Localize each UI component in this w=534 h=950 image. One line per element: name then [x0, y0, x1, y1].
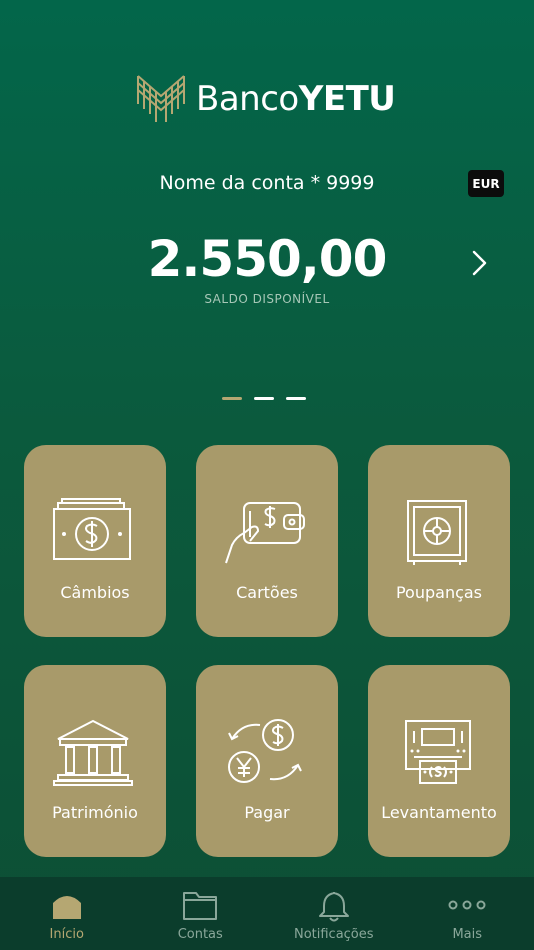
- currency-exchange-icon: [228, 719, 302, 783]
- page-dot-1[interactable]: [222, 397, 242, 400]
- more-dots-icon: [448, 900, 486, 910]
- tab-label: Início: [49, 927, 84, 942]
- tab-label: Notificações: [293, 927, 374, 942]
- currency-badge[interactable]: EUR: [468, 170, 504, 197]
- page-dot-3[interactable]: [286, 397, 306, 400]
- bank-name-light: Banco: [196, 79, 299, 119]
- bell-icon: [318, 892, 349, 922]
- folder-icon: [183, 892, 218, 920]
- tile-label: Pagar: [244, 803, 290, 822]
- tab-label: Mais: [452, 927, 483, 942]
- tile-cambios[interactable]: Câmbios: [24, 445, 166, 637]
- home-icon: [52, 896, 81, 919]
- atm-withdrawal-icon: [405, 720, 471, 784]
- safe-icon: [407, 500, 467, 565]
- bank-logo-mark-icon: [137, 75, 185, 122]
- tile-poupancas[interactable]: Poupanças: [368, 445, 510, 637]
- balance-label: SALDO DISPONÍVEL: [204, 292, 330, 306]
- bank-name-bold: YETU: [298, 79, 396, 119]
- page-dot-2[interactable]: [254, 397, 274, 400]
- banknote-icon: [53, 498, 131, 560]
- available-balance: 2.550,00: [147, 230, 388, 288]
- tab-inicio[interactable]: Início: [0, 877, 134, 950]
- tile-label: Cartões: [236, 583, 298, 602]
- tab-mais[interactable]: Mais: [401, 877, 534, 950]
- tile-patrimonio[interactable]: Património: [24, 665, 166, 857]
- account-name: Nome da conta * 9999: [159, 172, 375, 194]
- tile-label: Levantamento: [381, 803, 497, 822]
- bank-name: BancoYETU: [196, 79, 396, 119]
- tab-notificacoes[interactable]: Notificações: [267, 877, 401, 950]
- bank-building-icon: [53, 719, 133, 786]
- tile-cartoes[interactable]: Cartões: [196, 445, 338, 637]
- chevron-right-icon[interactable]: [468, 248, 490, 278]
- tile-pagar[interactable]: Pagar: [196, 665, 338, 857]
- bottom-tab-bar: Início Contas Notificações Mais: [0, 877, 534, 950]
- wallet-card-icon: [225, 502, 305, 564]
- tile-label: Poupanças: [395, 583, 483, 602]
- bank-logo: BancoYETU: [136, 74, 396, 124]
- tile-label: Câmbios: [60, 583, 130, 602]
- tab-contas[interactable]: Contas: [134, 877, 268, 950]
- tile-label: Património: [52, 803, 138, 822]
- tile-levantamento[interactable]: Levantamento: [368, 665, 510, 857]
- page-indicator: [222, 397, 306, 400]
- services-grid: Câmbios Cartões Poupanças Património Pag…: [24, 445, 510, 857]
- tab-label: Contas: [177, 927, 223, 942]
